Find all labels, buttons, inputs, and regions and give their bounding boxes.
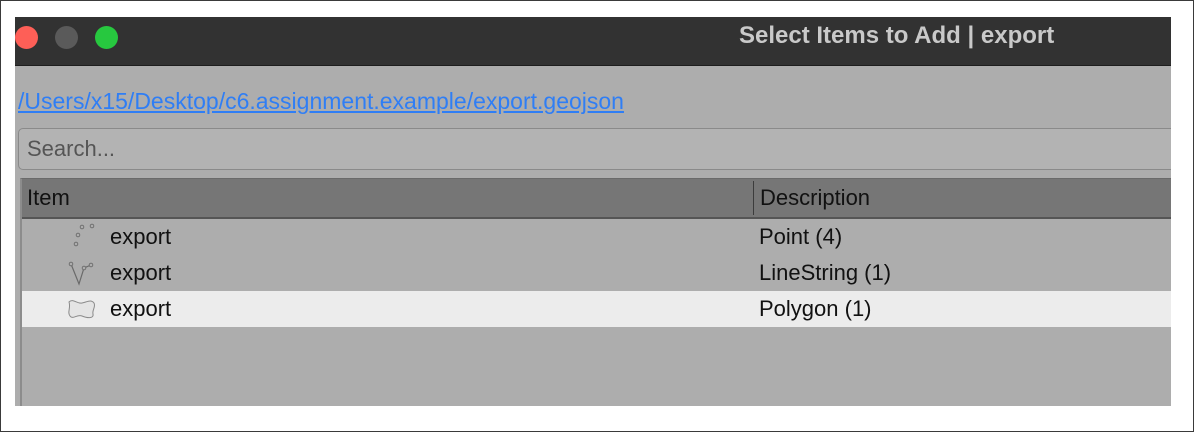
item-name: export xyxy=(110,296,172,321)
table-header: Item Description xyxy=(22,179,1171,219)
item-description: Polygon (1) xyxy=(759,296,872,321)
item-name: export xyxy=(110,224,172,249)
close-window-button[interactable] xyxy=(15,26,38,49)
column-divider[interactable] xyxy=(753,181,754,215)
zoom-window-button[interactable] xyxy=(95,26,118,49)
table-row[interactable]: export Point (4) xyxy=(22,219,1171,255)
minimize-window-button[interactable] xyxy=(55,26,78,49)
item-name: export xyxy=(110,260,172,285)
column-header-description[interactable]: Description xyxy=(760,184,870,212)
screenshot-frame: Select Items to Add | export /Users/x15/… xyxy=(0,0,1194,432)
search-box[interactable] xyxy=(18,128,1171,170)
items-table: Item Description export Point (4) export… xyxy=(20,178,1171,406)
column-header-item[interactable]: Item xyxy=(27,184,70,212)
table-row[interactable]: export Polygon (1) xyxy=(22,291,1171,327)
linestring-layer-icon xyxy=(68,261,94,286)
file-path-link[interactable]: /Users/x15/Desktop/c6.assignment.example… xyxy=(18,87,624,115)
polygon-layer-icon xyxy=(68,300,96,319)
point-layer-icon xyxy=(73,223,95,247)
title-bar[interactable]: Select Items to Add | export xyxy=(15,17,1171,66)
dialog-window: Select Items to Add | export /Users/x15/… xyxy=(15,17,1171,406)
item-description: LineString (1) xyxy=(759,260,892,285)
item-description: Point (4) xyxy=(759,224,843,249)
table-row[interactable]: export LineString (1) xyxy=(22,255,1171,291)
search-input[interactable] xyxy=(27,135,1127,163)
window-title: Select Items to Add | export xyxy=(739,22,1055,49)
